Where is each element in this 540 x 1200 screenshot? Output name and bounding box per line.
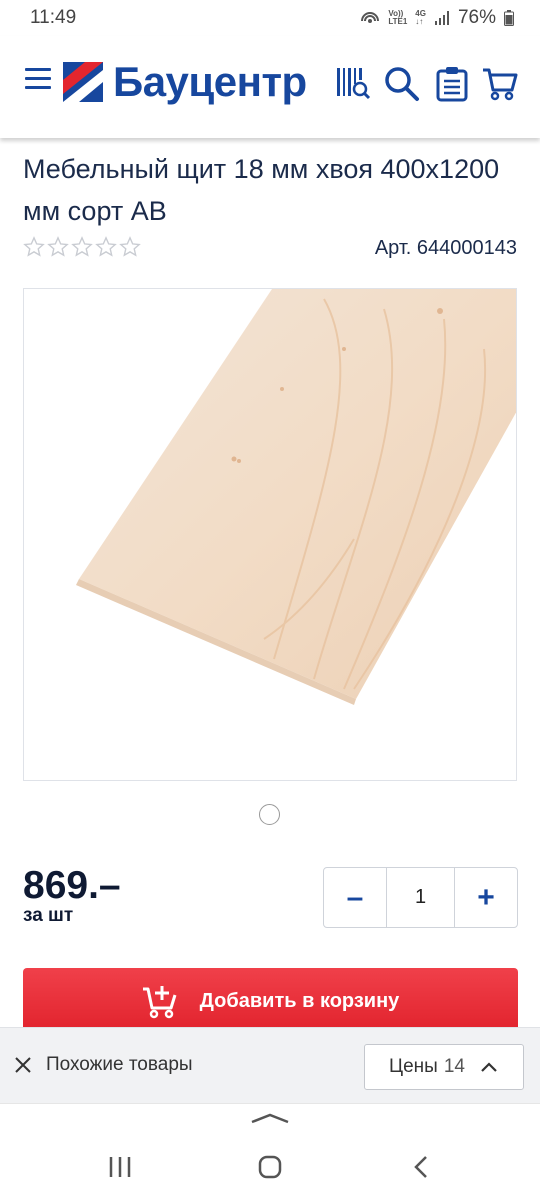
clipboard-list-icon[interactable] <box>436 66 468 102</box>
system-navigation-bar <box>0 1103 540 1200</box>
price-unit: за шт <box>23 905 74 926</box>
price-value: 869.– <box>23 864 121 907</box>
battery-icon <box>504 10 514 26</box>
barcode-search-icon[interactable] <box>335 66 371 100</box>
quantity-stepper: – 1 + <box>323 867 518 928</box>
star-empty-icon <box>119 236 141 257</box>
swipe-up-handle-icon[interactable] <box>248 1110 292 1126</box>
volte-label: Vo)) LTE1 <box>388 9 408 26</box>
cart-icon[interactable] <box>482 66 518 102</box>
data-arrows-icon: ↓↑ <box>415 17 424 26</box>
brand-logo[interactable]: Бауцентр <box>63 60 307 104</box>
star-empty-icon <box>71 236 93 257</box>
star-empty-icon <box>95 236 117 257</box>
decrease-quantity-button[interactable]: – <box>324 868 386 927</box>
battery-level: 76% <box>457 7 496 28</box>
product-image[interactable] <box>23 288 517 781</box>
app-header: Бауцентр <box>0 36 540 138</box>
brand-name: Бауцентр <box>113 58 307 105</box>
status-icons: Vo)) LTE1 4G ↓↑ 76% <box>360 7 514 29</box>
add-to-cart-button[interactable]: Добавить в корзину <box>23 968 518 1034</box>
article-number: Арт. 644000143 <box>374 237 517 259</box>
network-type: 4G ↓↑ <box>415 9 426 26</box>
prices-dropdown-button[interactable]: Цены 14 <box>364 1044 524 1090</box>
star-empty-icon <box>47 236 69 257</box>
home-icon[interactable] <box>257 1154 283 1180</box>
prices-count: 14 <box>443 1056 465 1077</box>
add-to-cart-label: Добавить в корзину <box>199 989 400 1012</box>
search-icon[interactable] <box>384 66 420 102</box>
prices-label: Цены <box>389 1056 438 1077</box>
bottom-filter-bar: Похожие товары Цены 14 <box>0 1027 540 1103</box>
pine-board-image <box>76 289 516 705</box>
increase-quantity-button[interactable]: + <box>455 868 517 927</box>
gallery-indicator-dot[interactable] <box>259 804 280 825</box>
quantity-input[interactable]: 1 <box>386 868 455 927</box>
similar-products-label: Похожие товары <box>46 1054 193 1075</box>
chevron-up-icon <box>481 1062 497 1072</box>
logo-emblem-icon <box>63 62 103 102</box>
rating-stars[interactable] <box>23 236 141 258</box>
back-icon[interactable] <box>410 1154 432 1180</box>
menu-icon[interactable] <box>25 66 51 90</box>
signal-icon <box>434 11 449 25</box>
similar-products-button[interactable]: Похожие товары <box>14 1054 193 1076</box>
product-title: Мебельный щит 18 мм хвоя 400х1200 мм сор… <box>23 154 500 226</box>
close-icon <box>15 1057 31 1073</box>
status-bar: 11:49 Vo)) LTE1 4G ↓↑ 76% <box>0 0 540 36</box>
hotspot-icon <box>361 12 380 23</box>
recent-apps-icon[interactable] <box>108 1154 132 1180</box>
cart-plus-icon <box>142 986 177 1019</box>
status-time: 11:49 <box>30 7 77 28</box>
star-empty-icon <box>23 236 45 257</box>
